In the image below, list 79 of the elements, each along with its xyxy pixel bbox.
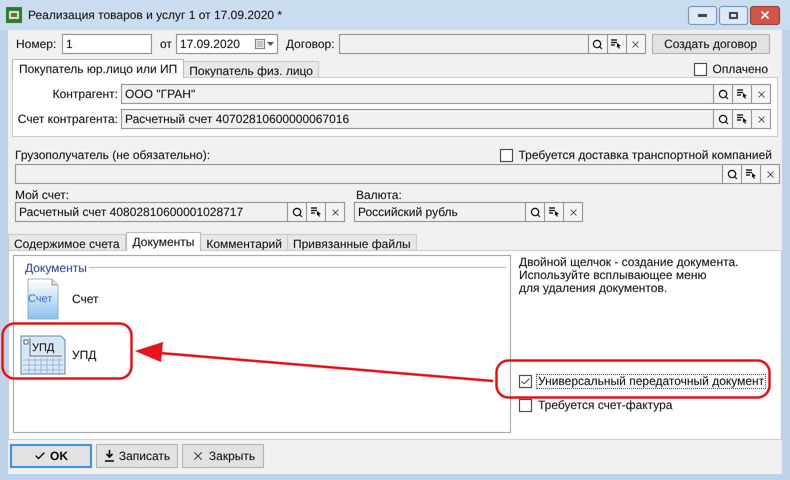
list-select-icon [310,207,322,217]
checkbox[interactable] [519,375,532,388]
list-select-icon [548,207,560,217]
check-icon [34,450,46,462]
search-icon [292,206,302,218]
select-button[interactable] [732,84,752,104]
contract-label: Договор: [286,36,335,53]
document-icon: УПД [20,334,66,376]
checkbox[interactable] [500,148,512,162]
close-icon [330,206,340,218]
currency-field[interactable]: Российский рубль [354,202,526,222]
search-button[interactable] [713,84,733,104]
close-icon [759,9,771,21]
date-label: от [160,36,172,53]
save-button[interactable]: Записать [96,444,178,468]
document-icon: Счет [27,278,59,320]
app-icon [6,7,22,23]
tab[interactable]: Привязанные файлы [286,234,417,251]
search-icon [530,206,540,218]
ok-button[interactable]: OK [10,444,92,468]
hint-text: Двойной щелчок - создание документа. Используйте всплывающее меню для удаления документов. [519,256,740,295]
contract-field[interactable] [338,34,589,54]
number-label: Номер: [16,36,58,53]
my-account-label: Мой счет: [15,187,70,204]
document-label[interactable]: Счет [72,290,99,308]
calendar-icon [254,39,275,49]
close-icon [764,168,776,180]
window-title: Реализация товаров и услуг 1 от 17.09.2020 * [28,7,282,24]
search-button[interactable] [287,202,307,222]
search-icon [718,88,728,100]
search-button[interactable] [713,109,733,129]
tab[interactable]: Комментарий [200,234,288,251]
select-button[interactable] [732,109,752,129]
option-label[interactable]: Требуется счет-фактура [536,398,674,413]
select-button[interactable] [606,34,627,54]
close-icon [630,38,642,50]
date-field[interactable]: 17.09.2020 [176,34,278,54]
minimize-button[interactable] [688,6,717,24]
close-icon [568,206,578,218]
delivery-label: Требуется доставка транспортной компанией [518,147,772,164]
option-label[interactable]: Универсальный передаточный документ [536,374,766,389]
check-icon [520,376,531,387]
list-select-icon [736,89,748,99]
create-contract-button[interactable]: Создать договор [652,34,770,54]
download-icon [104,450,115,462]
search-button[interactable] [525,202,545,222]
number-field[interactable]: 1 [62,34,152,54]
search-icon [718,114,728,124]
close-button[interactable] [750,6,780,24]
field-value[interactable]: ООО "ГРАН" [121,84,714,104]
close-button[interactable]: Закрыть [182,444,264,468]
tab[interactable]: Покупатель физ. лицо [183,61,319,78]
close-icon [756,88,766,100]
select-button[interactable] [741,164,761,184]
consignee-label: Грузополучатель (не обязательно): [15,147,210,164]
field-label: Контрагент: [52,86,119,103]
select-button[interactable] [544,202,564,222]
search-icon [592,38,604,50]
paid-label: Оплачено [712,61,768,78]
list-select-icon [736,114,748,124]
checkbox[interactable] [519,399,532,412]
search-button[interactable] [588,34,608,54]
select-button[interactable] [306,202,326,222]
tab[interactable]: Содержимое счета [8,234,126,251]
close-icon [756,114,766,124]
my-account-field[interactable]: Расчетный счет 40802810600001028717 [15,202,288,222]
field-value[interactable]: Расчетный счет 40702810600000067016 [121,109,714,129]
maximize-button[interactable] [719,6,748,24]
tab[interactable]: Покупатель юр.лицо или ИП [12,59,184,78]
search-button[interactable] [722,164,742,184]
field-label: Счет контрагента: [16,111,119,128]
tab[interactable]: Документы [126,232,202,251]
consignee-field[interactable] [15,164,723,184]
currency-label: Валюта: [356,187,402,204]
checkbox[interactable] [694,62,707,76]
document-label[interactable]: УПД [72,346,96,364]
list-select-icon [611,39,622,49]
list-select-icon [746,169,756,179]
search-icon [726,168,738,180]
